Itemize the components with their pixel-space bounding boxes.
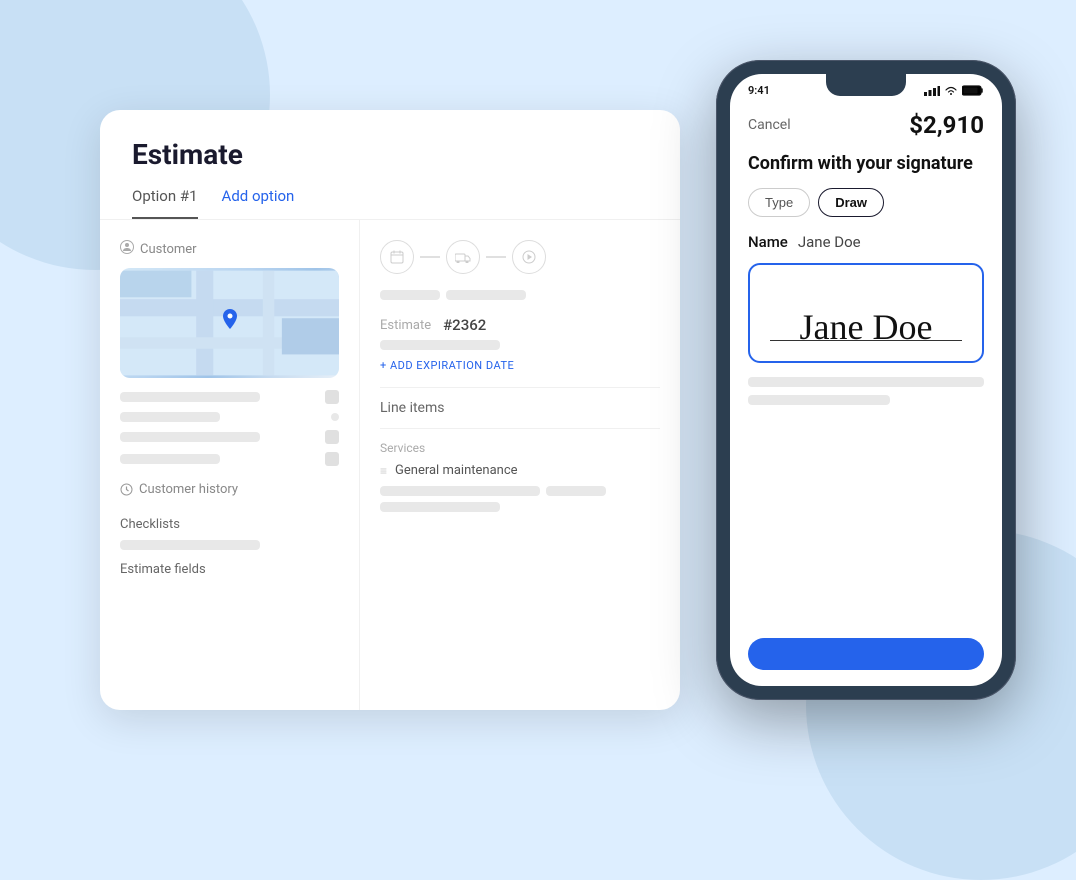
name-row: Name Jane Doe (748, 233, 984, 251)
left-panel: Customer (100, 220, 360, 710)
card-body: Customer (100, 220, 680, 710)
skeleton-icon-2 (331, 413, 339, 421)
workflow-line-2 (486, 256, 506, 258)
service-row-1: ≡ General maintenance (380, 463, 660, 478)
status-icons (924, 85, 984, 96)
skeleton-name (120, 392, 260, 402)
estimate-fields-label: Estimate fields (120, 562, 339, 577)
skeleton-address (120, 412, 220, 422)
skeleton-date (380, 340, 500, 350)
service-name: General maintenance (395, 463, 518, 478)
workflow-bar (380, 240, 660, 274)
info-row-4 (120, 452, 339, 466)
skeleton-phone (120, 432, 260, 442)
phone-notch (826, 74, 906, 96)
skeleton-service-row-2 (380, 502, 660, 512)
draw-button[interactable]: Draw (818, 188, 884, 217)
skeleton-s1 (380, 486, 540, 496)
divider-1 (380, 387, 660, 388)
phone-frame: 9:41 (716, 60, 1016, 700)
tab-add-option[interactable]: Add option (222, 187, 295, 219)
skeleton-email (120, 454, 220, 464)
skeleton-service-row-1 (380, 486, 660, 496)
skeleton-checklist (120, 540, 260, 550)
skeleton-s3 (380, 502, 500, 512)
right-panel: Estimate #2362 + ADD EXPIRATION DATE Lin… (360, 220, 680, 710)
workflow-icon-truck (446, 240, 480, 274)
map-preview (120, 268, 339, 378)
placeholder-row-1 (748, 377, 984, 387)
customer-label: Customer (120, 240, 339, 258)
workflow-line-1 (420, 256, 440, 258)
skeleton-icon-4 (325, 452, 339, 466)
confirm-button[interactable] (748, 638, 984, 670)
skeleton-workflow-2 (446, 290, 526, 300)
name-label: Name (748, 233, 788, 251)
skeleton-workflow-1 (380, 290, 440, 300)
signature-underline (770, 340, 962, 341)
info-row-2 (120, 412, 339, 422)
placeholder-rows (748, 377, 984, 405)
checklists-section: Checklists (120, 517, 339, 550)
customer-history-row: Customer history (120, 482, 339, 497)
skeleton-icon-3 (325, 430, 339, 444)
signature-box[interactable]: Jane Doe (748, 263, 984, 363)
line-items-label: Line items (380, 400, 660, 416)
wifi-icon (944, 86, 958, 96)
services-label: Services (380, 441, 660, 455)
customer-info-rows (120, 390, 339, 466)
checklists-label: Checklists (120, 517, 339, 532)
customer-icon (120, 240, 134, 258)
workflow-icon-calendar (380, 240, 414, 274)
estimate-label: Estimate (380, 318, 431, 333)
workflow-icon-play (512, 240, 546, 274)
estimate-number-row: Estimate #2362 (380, 316, 660, 334)
status-time: 9:41 (748, 84, 770, 97)
phone-content: Cancel $2,910 Confirm with your signatur… (730, 101, 1002, 686)
name-value: Jane Doe (798, 233, 861, 251)
phone-top-row: Cancel $2,910 (748, 111, 984, 139)
skeleton-s2 (546, 486, 606, 496)
skeleton-icon-1 (325, 390, 339, 404)
drag-handle-icon: ≡ (380, 464, 387, 478)
info-row-3 (120, 430, 339, 444)
info-row-1 (120, 390, 339, 404)
page-title: Estimate (132, 138, 648, 171)
price-display: $2,910 (909, 111, 984, 139)
add-expiration-link[interactable]: + ADD EXPIRATION DATE (380, 359, 514, 372)
type-draw-toggle: Type Draw (748, 188, 984, 217)
type-button[interactable]: Type (748, 188, 810, 217)
placeholder-row-2 (748, 395, 890, 405)
phone-mockup: 9:41 (716, 60, 1016, 700)
tab-bar: Option #1 Add option (132, 187, 648, 219)
customer-section: Customer (120, 240, 339, 466)
desktop-estimate-card: Estimate Option #1 Add option Customer (100, 110, 680, 710)
history-icon (120, 483, 133, 496)
battery-icon (962, 85, 984, 96)
history-label: Customer history (139, 482, 238, 497)
card-header: Estimate Option #1 Add option (100, 110, 680, 220)
confirm-title: Confirm with your signature (748, 153, 984, 174)
tab-option1[interactable]: Option #1 (132, 187, 198, 219)
cancel-button[interactable]: Cancel (748, 117, 791, 133)
phone-screen: 9:41 (730, 74, 1002, 686)
map-pin (220, 309, 240, 329)
signal-icon (924, 86, 940, 96)
estimate-number: #2362 (443, 316, 486, 334)
divider-2 (380, 428, 660, 429)
